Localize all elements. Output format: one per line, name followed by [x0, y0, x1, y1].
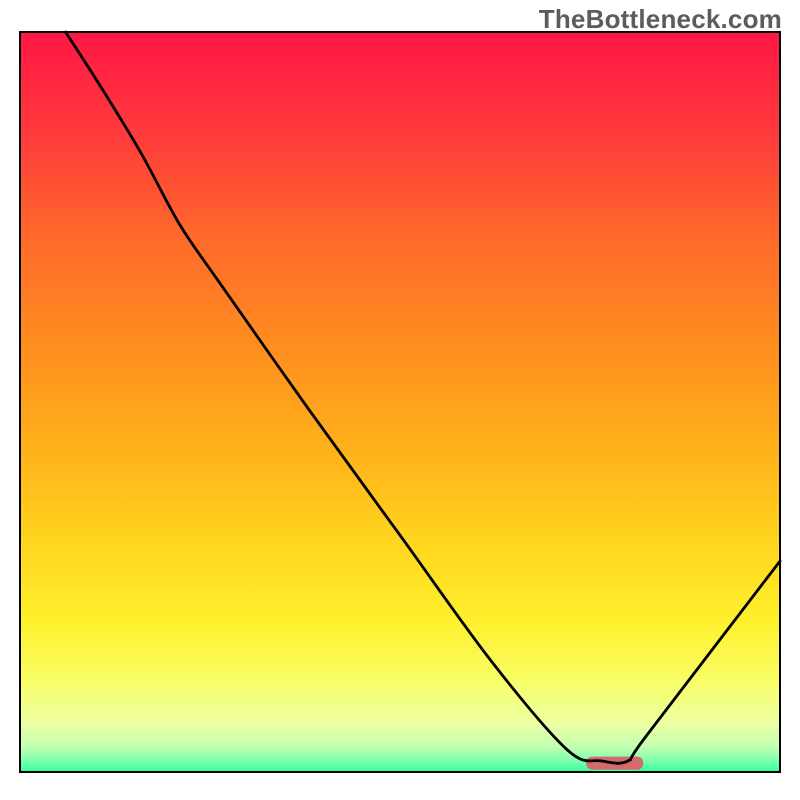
bottleneck-chart	[0, 0, 800, 800]
chart-stage: TheBottleneck.com	[0, 0, 800, 800]
